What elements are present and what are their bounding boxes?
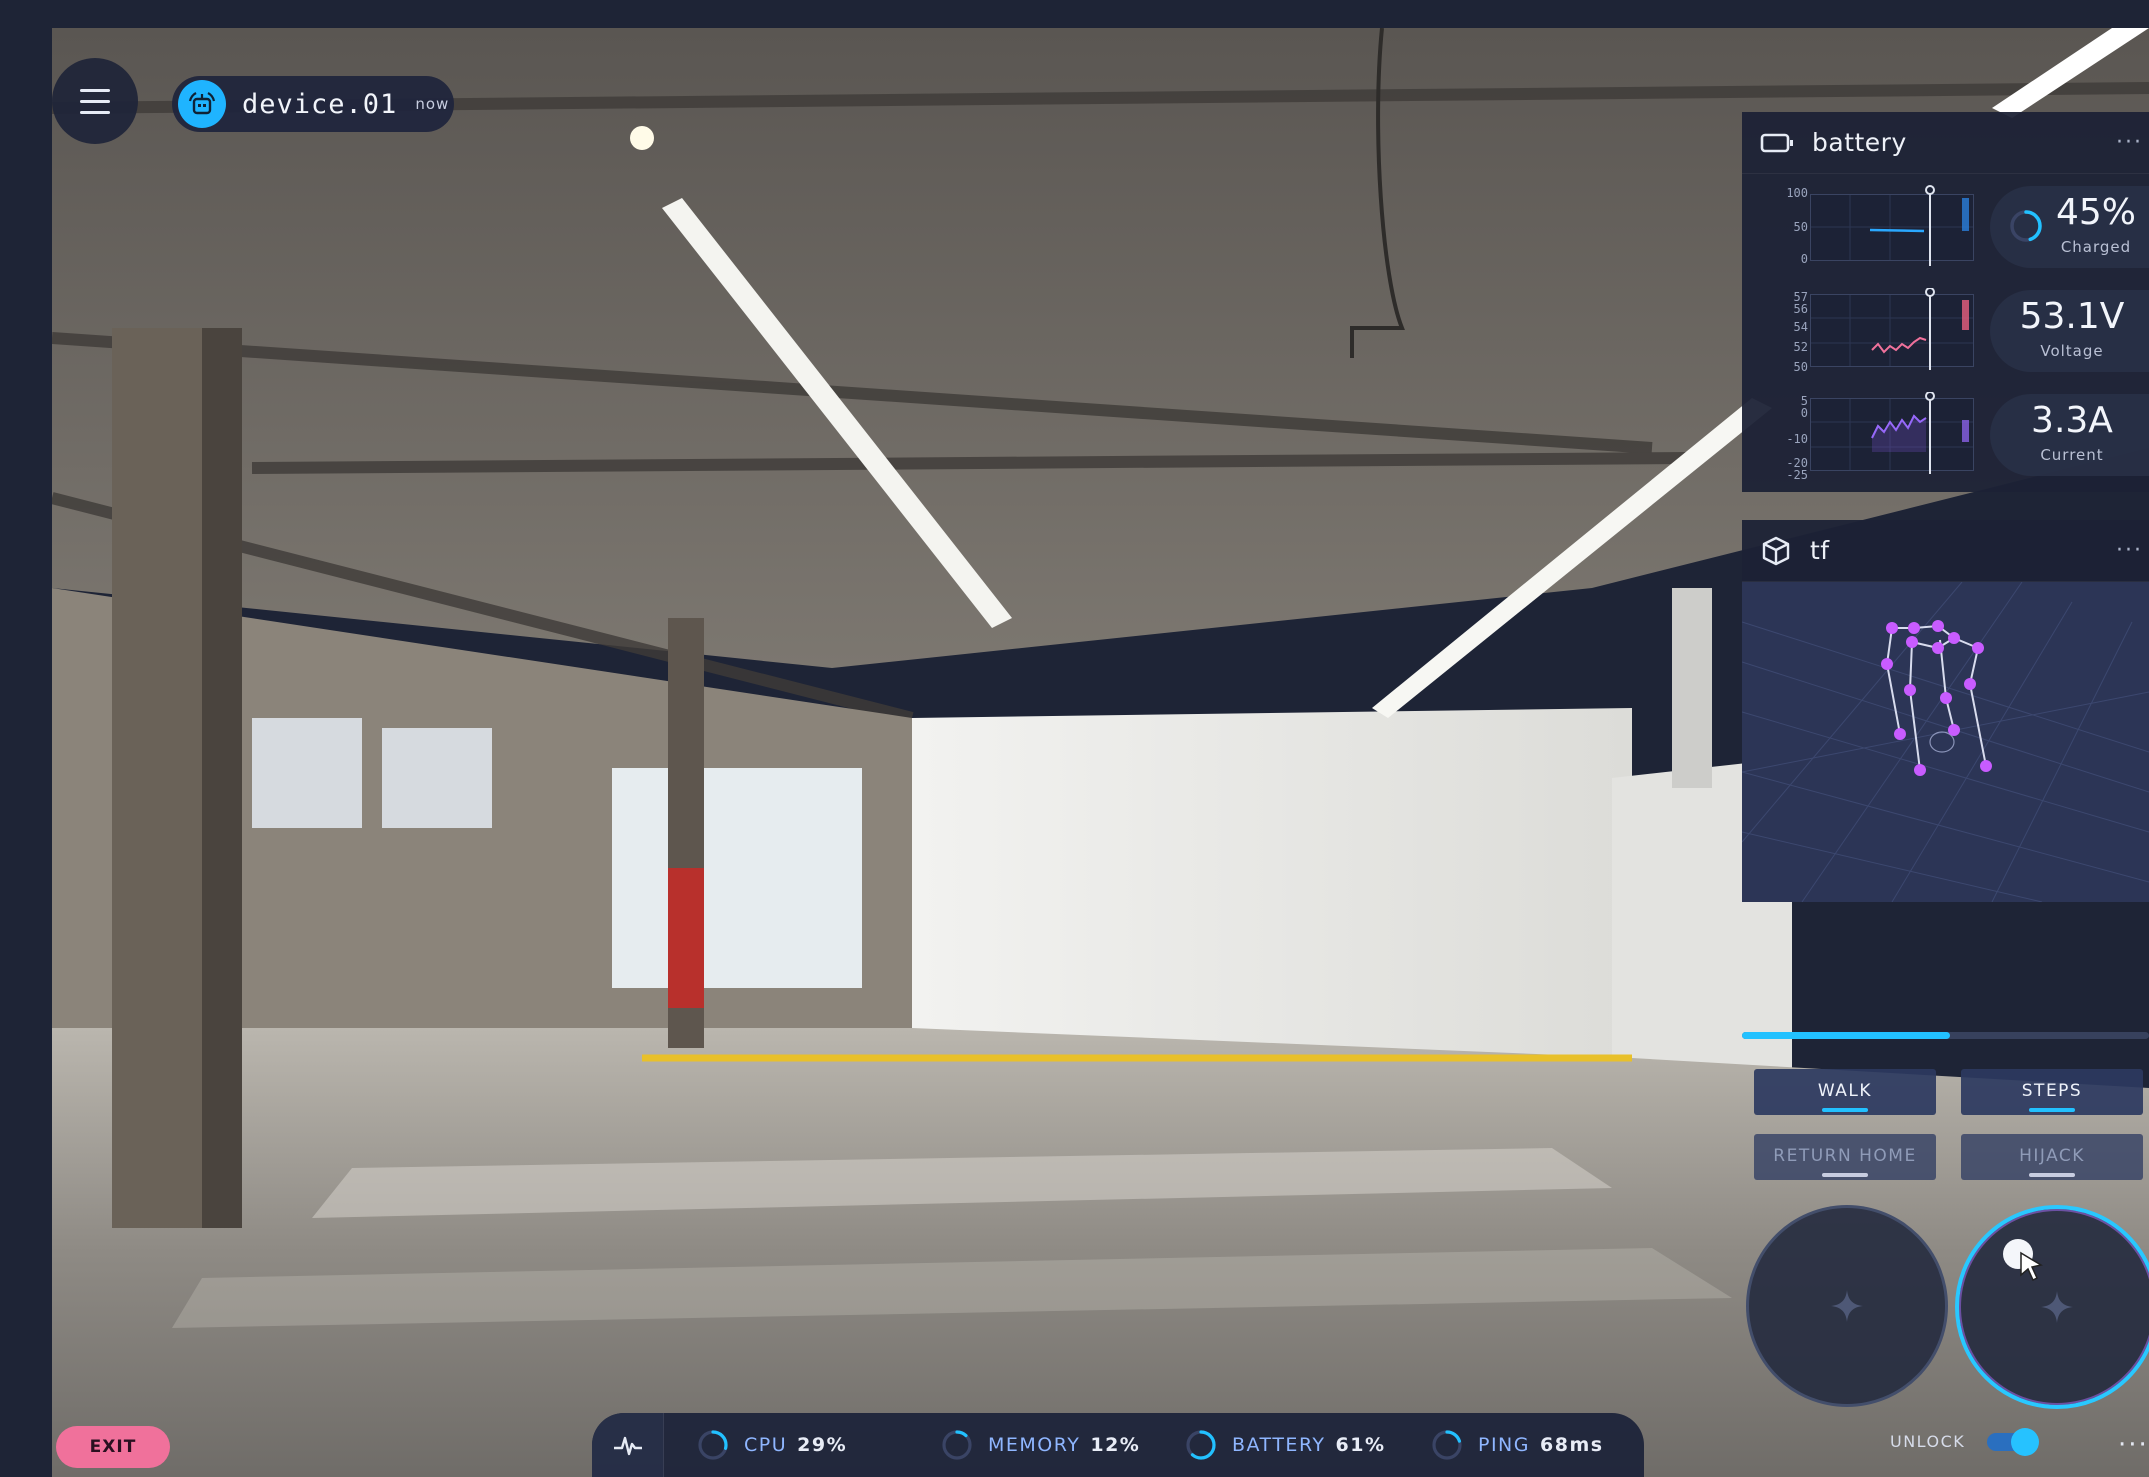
- current-sparkline[interactable]: [1810, 392, 1978, 474]
- return-home-indicator: [1822, 1173, 1868, 1177]
- more-options-button[interactable]: ···: [2118, 1430, 2149, 1460]
- voltage-card: 53.1V Voltage: [1990, 290, 2149, 372]
- menu-button[interactable]: [52, 58, 138, 144]
- voltage-label: Voltage: [2040, 342, 2104, 360]
- battery-panel-header: battery ···: [1742, 112, 2149, 174]
- current-label: Current: [2040, 446, 2104, 464]
- hijack-indicator: [2029, 1173, 2075, 1177]
- steps-active-indicator: [2029, 1108, 2075, 1112]
- exit-button[interactable]: EXIT: [56, 1426, 170, 1468]
- robot-icon: [178, 80, 226, 128]
- charge-card: 45% Charged: [1990, 186, 2149, 268]
- hijack-button-label: HIJACK: [2019, 1146, 2085, 1166]
- device-last-seen: now: [415, 95, 450, 113]
- status-cpu: CPU 29%: [696, 1428, 847, 1462]
- speed-slider-fill: [1742, 1032, 1950, 1039]
- tf-panel-title: tf: [1810, 536, 1830, 565]
- walk-button[interactable]: WALK: [1754, 1069, 1936, 1115]
- status-ping: PING 68ms: [1430, 1428, 1604, 1462]
- tf-panel: tf ···: [1742, 520, 2149, 902]
- battery-panel: battery ··· 100 50 0 45% Charged 57 56 5…: [1742, 112, 2149, 492]
- battery-panel-title: battery: [1812, 128, 1907, 157]
- tick-label: 0: [1800, 406, 1808, 420]
- sparkle-icon: [2041, 1291, 2073, 1323]
- status-memory: MEMORY 12%: [940, 1428, 1140, 1462]
- unlock-toggle[interactable]: UNLOCK: [1890, 1427, 2040, 1456]
- cube-icon: [1762, 536, 1790, 565]
- status-battery-label: BATTERY: [1232, 1434, 1326, 1456]
- memory-ring: [942, 1430, 972, 1460]
- pulse-icon: [613, 1436, 642, 1456]
- voltage-sparkline[interactable]: [1810, 288, 1978, 370]
- tick-label: 100: [1786, 186, 1808, 200]
- battery-current-row: 5 0 -10 -20 -25 3.3A Current: [1742, 388, 2149, 488]
- device-selector[interactable]: device.01 now: [172, 76, 454, 132]
- speed-slider[interactable]: [1742, 1032, 2149, 1039]
- voltage-value: 53.1V: [2019, 296, 2125, 337]
- device-name: device.01: [242, 88, 398, 120]
- status-memory-value: 12%: [1090, 1434, 1141, 1456]
- tf-3d-viewport[interactable]: [1742, 582, 2149, 902]
- tick-label: 54: [1793, 320, 1808, 334]
- right-joystick[interactable]: [1955, 1205, 2149, 1409]
- status-ping-value: 68ms: [1540, 1434, 1604, 1456]
- steps-button-label: STEPS: [2021, 1081, 2083, 1101]
- ping-ring: [1432, 1430, 1462, 1460]
- unlock-switch[interactable]: [1987, 1427, 2040, 1456]
- unlock-switch-knob: [2011, 1427, 2040, 1456]
- return-home-button-label: RETURN HOME: [1773, 1146, 1917, 1166]
- pulse-button[interactable]: [592, 1413, 664, 1477]
- battery-icon: [1760, 133, 1793, 152]
- status-battery-value: 61%: [1335, 1434, 1386, 1456]
- tick-label: 0: [1800, 252, 1808, 266]
- return-home-button[interactable]: RETURN HOME: [1754, 1134, 1936, 1180]
- unlock-label: UNLOCK: [1890, 1432, 1966, 1451]
- battery-panel-more-button[interactable]: ···: [2116, 130, 2143, 155]
- tick-label: -25: [1786, 468, 1808, 482]
- tick-label: 50: [1793, 220, 1808, 234]
- sparkle-icon: [1831, 1290, 1863, 1322]
- charge-ticks: 100 50 0: [1768, 186, 1808, 274]
- tick-label: 52: [1793, 340, 1808, 354]
- voltage-ticks: 57 56 54 52 50: [1768, 290, 1808, 378]
- hijack-button[interactable]: HIJACK: [1961, 1134, 2143, 1180]
- status-cpu-value: 29%: [797, 1434, 848, 1456]
- menu-icon: [80, 85, 110, 118]
- charge-ring: [2010, 210, 2042, 242]
- tf-panel-more-button[interactable]: ···: [2116, 538, 2143, 563]
- current-card: 3.3A Current: [1990, 394, 2149, 476]
- cpu-ring: [698, 1430, 728, 1460]
- tick-label: -10: [1786, 432, 1808, 446]
- walk-active-indicator: [1822, 1108, 1868, 1112]
- cursor-icon: [2020, 1251, 2043, 1281]
- current-value: 3.3A: [2031, 400, 2113, 441]
- charge-label: Charged: [2060, 238, 2132, 256]
- steps-button[interactable]: STEPS: [1961, 1069, 2143, 1115]
- battery-voltage-row: 57 56 54 52 50 53.1V Voltage: [1742, 284, 2149, 384]
- charge-value: 45%: [2055, 192, 2136, 233]
- tick-label: 50: [1793, 360, 1808, 374]
- tick-label: 56: [1793, 302, 1808, 316]
- status-ping-label: PING: [1478, 1434, 1530, 1456]
- status-battery: BATTERY 61%: [1184, 1428, 1386, 1462]
- walk-button-label: WALK: [1817, 1081, 1873, 1101]
- status-memory-label: MEMORY: [988, 1434, 1081, 1456]
- tf-panel-header: tf ···: [1742, 520, 2149, 582]
- status-cpu-label: CPU: [744, 1434, 788, 1456]
- charge-sparkline[interactable]: [1810, 184, 1978, 266]
- current-ticks: 5 0 -10 -20 -25: [1768, 394, 1808, 482]
- left-joystick[interactable]: [1746, 1205, 1948, 1407]
- battery-charge-row: 100 50 0 45% Charged: [1742, 180, 2149, 280]
- battery-ring: [1186, 1430, 1216, 1460]
